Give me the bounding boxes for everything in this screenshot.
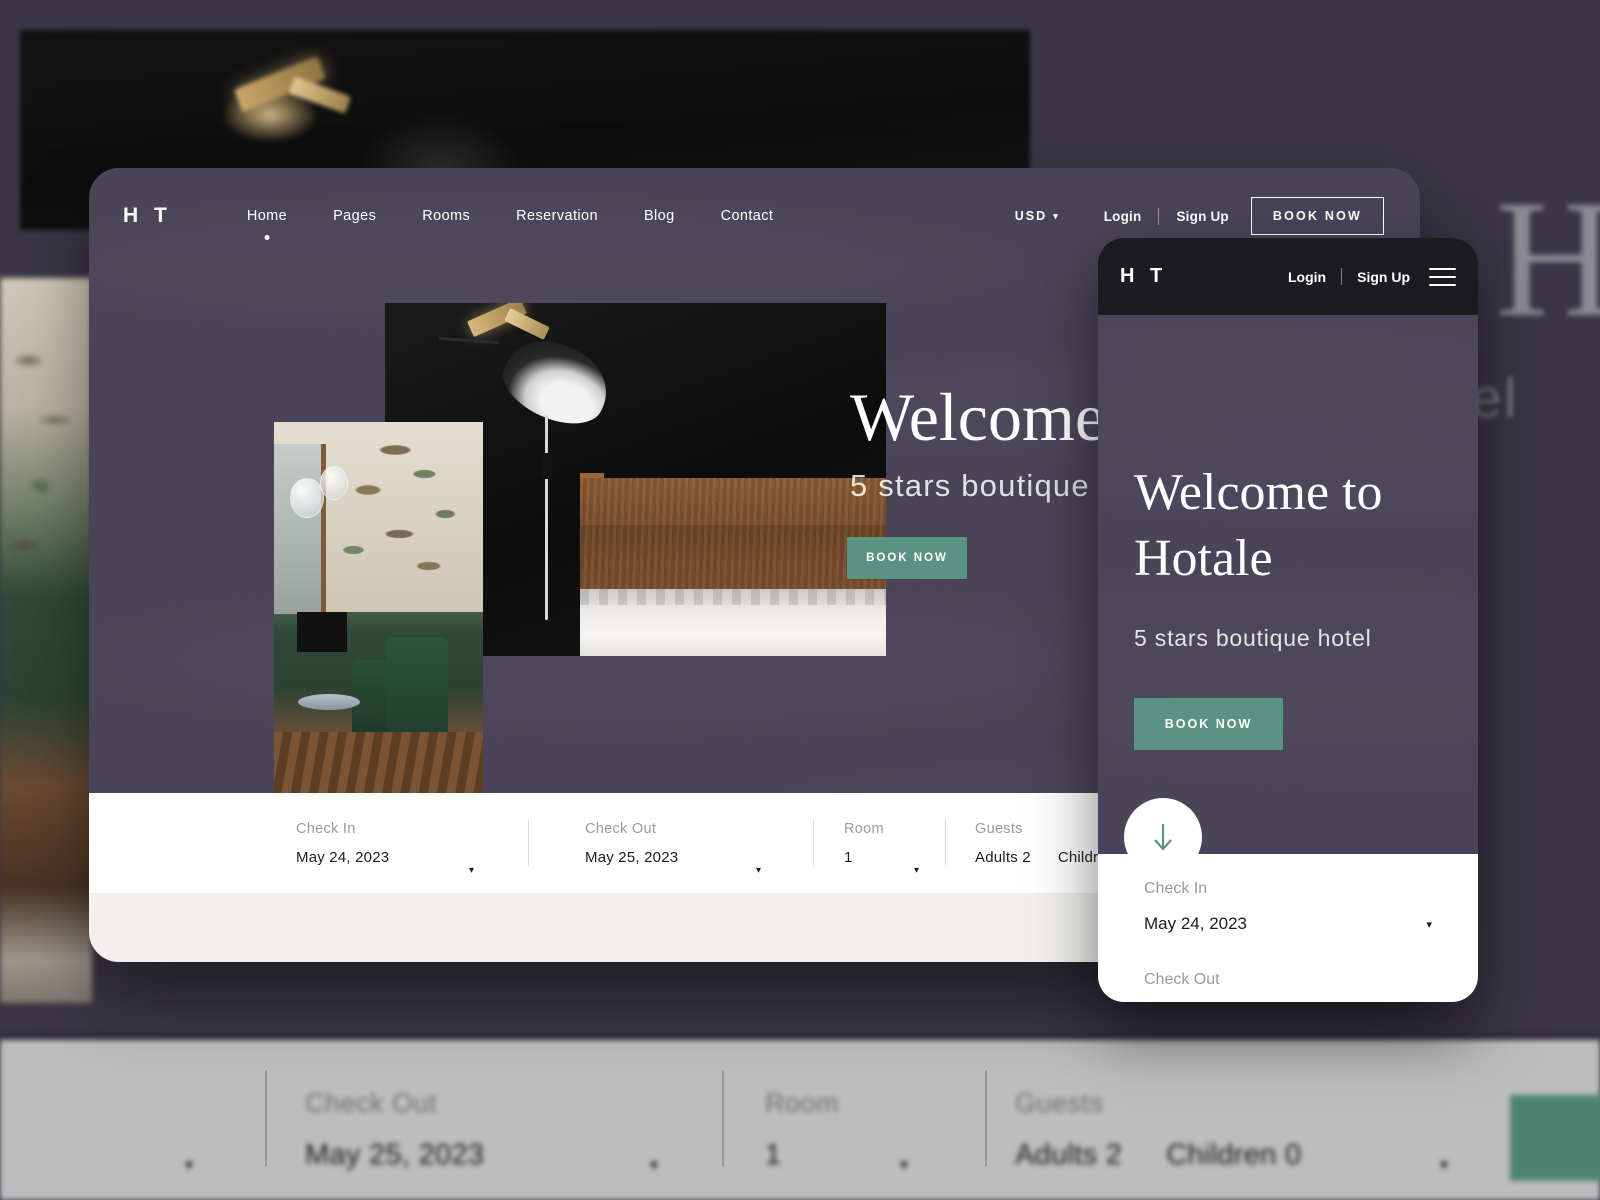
wood-headboard bbox=[580, 478, 886, 600]
background-children-value: Children 0 bbox=[1166, 1139, 1302, 1171]
mobile-booking-form: Check In May 24, 2023 ▾ Check Out bbox=[1098, 854, 1478, 1002]
mobile-preview-card: H T Login Sign Up Welcome to Hotale 5 st… bbox=[1098, 238, 1478, 1002]
mobile-book-now-button[interactable]: BOOK NOW bbox=[1134, 698, 1283, 750]
arrow-down-icon bbox=[1154, 824, 1172, 851]
book-now-button[interactable]: BOOK NOW bbox=[1250, 197, 1384, 235]
desktop-nav-links: Home Pages Rooms Reservation Blog Contac… bbox=[224, 208, 797, 240]
mobile-login-link[interactable]: Login bbox=[1288, 269, 1326, 285]
mobile-hero: Welcome to Hotale 5 stars boutique hotel… bbox=[1098, 315, 1478, 876]
check-in-value: May 24, 2023 bbox=[296, 848, 390, 866]
background-field-guests: Guests Adults 2 Children 0 bbox=[1015, 1088, 1301, 1172]
background-guests-label: Guests bbox=[1015, 1088, 1104, 1118]
background-hero-title: H bbox=[1495, 166, 1600, 352]
chevron-down-icon: ▾ bbox=[1053, 210, 1060, 221]
background-room-label: Room bbox=[765, 1088, 840, 1118]
nav-item-rooms[interactable]: Rooms bbox=[399, 208, 493, 224]
mobile-header: H T Login Sign Up bbox=[1098, 238, 1478, 315]
nav-divider bbox=[1158, 207, 1160, 225]
check-in-chevron-down-icon[interactable]: ▾ bbox=[469, 865, 474, 876]
background-adults-value: Adults 2 bbox=[1015, 1139, 1123, 1171]
room-value: 1 bbox=[844, 848, 853, 866]
guests-adults-value: Adults 2 bbox=[975, 848, 1031, 866]
mobile-booking-field-check-out[interactable]: Check Out bbox=[1144, 971, 1432, 989]
booking-field-check-out[interactable]: Check Out May 25, 2023 ▾ bbox=[585, 793, 761, 893]
background-separator-2 bbox=[722, 1070, 724, 1166]
nav-item-home-label: Home bbox=[246, 208, 288, 224]
background-checkout-caret: ▾ bbox=[650, 1157, 659, 1174]
background-checkin-caret: ▾ bbox=[185, 1157, 194, 1174]
room-label: Room bbox=[844, 820, 884, 837]
mobile-check-in-chevron-down-icon[interactable]: ▾ bbox=[1426, 918, 1432, 931]
login-link[interactable]: Login bbox=[1104, 209, 1142, 224]
booking-field-check-in[interactable]: Check In May 24, 2023 ▾ bbox=[296, 793, 474, 893]
check-out-label: Check Out bbox=[585, 820, 657, 837]
mobile-check-out-label: Check Out bbox=[1144, 971, 1220, 988]
hero-subtitle: 5 stars boutique h bbox=[850, 468, 1119, 503]
background-field-check-out: Check Out May 25, 2023 bbox=[305, 1088, 484, 1172]
mobile-signup-link[interactable]: Sign Up bbox=[1357, 269, 1410, 285]
booking-divider-1 bbox=[528, 819, 529, 867]
mobile-hero-title: Welcome to Hotale bbox=[1134, 464, 1383, 587]
mobile-nav-divider bbox=[1341, 268, 1343, 285]
booking-divider-3 bbox=[945, 819, 946, 867]
currency-label: USD bbox=[1014, 209, 1048, 223]
active-indicator-dot bbox=[264, 235, 270, 240]
background-check-out-value: May 25, 2023 bbox=[305, 1139, 485, 1171]
currency-selector[interactable]: USD ▾ bbox=[1015, 209, 1060, 223]
check-out-chevron-down-icon[interactable]: ▾ bbox=[756, 865, 761, 876]
background-lounge-photo bbox=[0, 278, 92, 1003]
background-room-value: 1 bbox=[765, 1139, 782, 1171]
background-guests-caret: ▾ bbox=[1440, 1157, 1449, 1174]
background-search-button bbox=[1510, 1095, 1600, 1181]
nav-item-pages[interactable]: Pages bbox=[310, 208, 399, 224]
hero-book-now-button[interactable]: BOOK NOW bbox=[847, 537, 967, 579]
mobile-check-in-value: May 24, 2023 bbox=[1144, 914, 1248, 933]
background-field-room: Room 1 bbox=[765, 1088, 839, 1172]
signup-link[interactable]: Sign Up bbox=[1176, 209, 1228, 224]
check-in-label: Check In bbox=[296, 820, 356, 837]
background-booking-bar: ▾ Check Out May 25, 2023 ▾ Room 1 ▾ Gues… bbox=[0, 1040, 1600, 1200]
booking-divider-2 bbox=[813, 819, 814, 867]
background-check-out-label: Check Out bbox=[305, 1088, 438, 1118]
mobile-hero-subtitle: 5 stars boutique hotel bbox=[1134, 625, 1372, 651]
room-chevron-down-icon[interactable]: ▾ bbox=[914, 865, 919, 876]
mobile-brand-logo[interactable]: H T bbox=[1120, 265, 1167, 288]
background-separator-1 bbox=[265, 1070, 267, 1166]
hamburger-menu-icon[interactable] bbox=[1429, 267, 1456, 286]
background-room-caret: ▾ bbox=[900, 1157, 909, 1174]
nav-item-contact[interactable]: Contact bbox=[698, 208, 797, 224]
nav-item-home[interactable]: Home bbox=[224, 208, 310, 240]
mobile-check-in-label: Check In bbox=[1144, 880, 1208, 897]
mobile-booking-field-check-in[interactable]: Check In May 24, 2023 ▾ bbox=[1144, 880, 1432, 934]
bed-linens bbox=[580, 589, 886, 656]
background-separator-3 bbox=[985, 1070, 987, 1166]
check-out-value: May 25, 2023 bbox=[585, 848, 679, 866]
nav-item-blog[interactable]: Blog bbox=[621, 208, 698, 224]
desktop-nav-actions: USD ▾ Login Sign Up BOOK NOW bbox=[1015, 197, 1384, 235]
booking-field-room[interactable]: Room 1 ▾ bbox=[844, 793, 919, 893]
brand-logo[interactable]: H T bbox=[123, 204, 172, 228]
nav-item-reservation[interactable]: Reservation bbox=[493, 208, 621, 224]
